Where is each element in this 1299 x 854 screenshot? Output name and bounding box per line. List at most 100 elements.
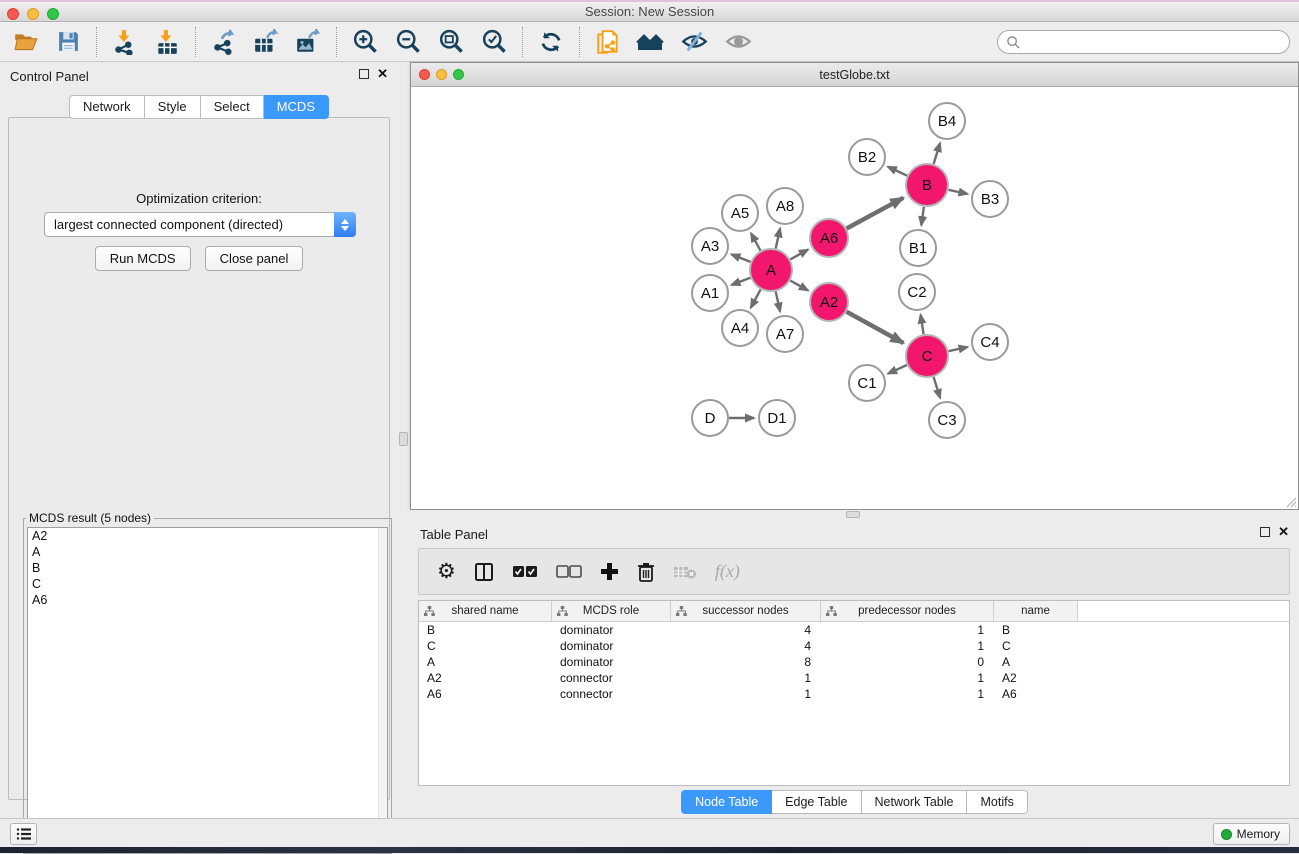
column-header-shared-name[interactable]: shared name	[419, 601, 552, 621]
graph-edge-A-A6[interactable]	[790, 250, 808, 260]
zoom-fit-icon[interactable]	[437, 28, 465, 56]
graph-node-C3[interactable]: C3	[929, 402, 965, 438]
graph-edge-A-A2[interactable]	[790, 281, 808, 291]
tab-style[interactable]: Style	[145, 95, 201, 119]
graph-node-A4[interactable]: A4	[722, 310, 758, 346]
mcds-result-item[interactable]: A2	[28, 528, 387, 544]
table-row[interactable]: Bdominator41B	[419, 622, 1289, 638]
delete-column-icon[interactable]	[637, 557, 655, 587]
tab-edge-table[interactable]: Edge Table	[772, 790, 861, 814]
divider-handle[interactable]	[846, 511, 860, 518]
graph-edge-B-B3[interactable]	[949, 190, 968, 194]
tab-node-table[interactable]: Node Table	[681, 790, 772, 814]
graph-node-C4[interactable]: C4	[972, 324, 1008, 360]
show-panel-menu-button[interactable]	[10, 823, 37, 845]
graph-edge-A-A4[interactable]	[751, 289, 761, 307]
mcds-result-item[interactable]: A	[28, 544, 387, 560]
show-graphics-details-icon[interactable]	[724, 28, 752, 56]
mcds-result-item[interactable]: A6	[28, 592, 387, 608]
resize-grip-icon[interactable]	[1283, 494, 1297, 508]
mcds-result-item[interactable]: B	[28, 560, 387, 576]
column-header-name[interactable]: name	[994, 601, 1078, 621]
tab-select[interactable]: Select	[201, 95, 264, 119]
graph-edge-A-A8[interactable]	[776, 229, 780, 249]
export-image-icon[interactable]	[294, 28, 322, 56]
graph-edge-A6-B[interactable]	[847, 198, 904, 229]
table-row[interactable]: Adominator80A	[419, 654, 1289, 670]
float-panel-icon[interactable]	[1260, 527, 1270, 537]
table-row[interactable]: A2connector11A2	[419, 670, 1289, 686]
graph-edge-A-A1[interactable]	[732, 278, 751, 285]
close-panel-button[interactable]: Close panel	[205, 246, 304, 271]
table-settings-icon[interactable]: ⚙	[437, 557, 456, 587]
memory-button[interactable]: Memory	[1213, 823, 1290, 845]
mcds-result-list[interactable]: A2ABCA6	[27, 527, 388, 849]
graph-node-C[interactable]: C	[906, 335, 948, 377]
divider-handle[interactable]	[399, 432, 408, 446]
graph-node-B2[interactable]: B2	[849, 139, 885, 175]
graph-edge-B-B1[interactable]	[921, 207, 924, 225]
import-table-icon[interactable]	[153, 28, 181, 56]
tab-motifs[interactable]: Motifs	[967, 790, 1027, 814]
refresh-layout-icon[interactable]	[537, 28, 565, 56]
graph-node-A1[interactable]: A1	[692, 275, 728, 311]
table-row[interactable]: A6connector11A6	[419, 686, 1289, 702]
graph-node-A5[interactable]: A5	[722, 195, 758, 231]
optimization-criterion-select[interactable]: largest connected component (directed)	[44, 212, 356, 237]
graph-node-A7[interactable]: A7	[767, 316, 803, 352]
graph-node-D1[interactable]: D1	[759, 400, 795, 436]
graph-edge-B-B2[interactable]	[888, 167, 907, 176]
delete-table-icon[interactable]	[673, 557, 697, 587]
graph-node-D[interactable]: D	[692, 400, 728, 436]
graph-edge-C-C2[interactable]	[921, 315, 924, 335]
mcds-result-item[interactable]: C	[28, 576, 387, 592]
new-network-document-icon[interactable]	[594, 28, 622, 56]
panel-divider-horizontal[interactable]	[410, 510, 1299, 520]
column-layout-icon[interactable]	[474, 557, 494, 587]
save-session-icon[interactable]	[54, 28, 82, 56]
zoom-out-icon[interactable]	[394, 28, 422, 56]
graph-edge-C-C1[interactable]	[888, 365, 907, 374]
run-mcds-button[interactable]: Run MCDS	[95, 246, 191, 271]
graph-node-C2[interactable]: C2	[899, 274, 935, 310]
graph-node-B1[interactable]: B1	[900, 230, 936, 266]
close-panel-icon[interactable]: ✕	[377, 69, 388, 79]
graph-node-A6[interactable]: A6	[810, 219, 848, 257]
search-field[interactable]	[997, 30, 1290, 54]
table-row[interactable]: Cdominator41C	[419, 638, 1289, 654]
column-header-predecessor-nodes[interactable]: predecessor nodes	[821, 601, 994, 621]
graph-edge-A-A7[interactable]	[776, 292, 780, 312]
graph-edge-C-C3[interactable]	[934, 377, 941, 398]
column-header-mcds-role[interactable]: MCDS role	[552, 601, 671, 621]
hide-graphics-details-icon[interactable]	[680, 28, 708, 56]
graph-edge-A-A3[interactable]	[731, 254, 750, 262]
export-table-icon[interactable]	[252, 28, 280, 56]
graph-node-B4[interactable]: B4	[929, 103, 965, 139]
column-header-successor-nodes[interactable]: successor nodes	[671, 601, 821, 621]
function-builder-icon[interactable]: f(x)	[715, 557, 740, 587]
graph-edge-A2-C[interactable]	[847, 312, 904, 343]
scrollbar-track[interactable]	[378, 528, 387, 848]
graph-edge-A-A5[interactable]	[751, 233, 761, 251]
graph-edge-C-C4[interactable]	[949, 347, 968, 351]
import-network-icon[interactable]	[111, 28, 139, 56]
tab-network-table[interactable]: Network Table	[862, 790, 968, 814]
graph-node-A3[interactable]: A3	[692, 228, 728, 264]
network-window-titlebar[interactable]: testGlobe.txt	[411, 63, 1298, 87]
zoom-in-icon[interactable]	[351, 28, 379, 56]
open-session-icon[interactable]	[12, 28, 40, 56]
add-column-icon[interactable]	[600, 557, 619, 587]
graph-edge-B-B4[interactable]	[934, 143, 941, 164]
deselect-all-rows-icon[interactable]	[556, 557, 582, 587]
export-network-icon[interactable]	[210, 28, 238, 56]
close-panel-icon[interactable]: ✕	[1278, 527, 1289, 537]
panel-divider-vertical[interactable]	[398, 62, 410, 818]
network-graph-canvas[interactable]: AA2A6BCA1A3A4A5A7A8B1B2B3B4C1C2C3C4DD1	[411, 87, 1298, 509]
select-stepper-icon[interactable]	[334, 212, 356, 237]
graph-node-A[interactable]: A	[750, 249, 792, 291]
float-panel-icon[interactable]	[359, 69, 369, 79]
graph-node-B[interactable]: B	[906, 164, 948, 206]
home-panels-icon[interactable]	[636, 28, 664, 56]
tab-network[interactable]: Network	[69, 95, 145, 119]
zoom-selected-icon[interactable]	[480, 28, 508, 56]
